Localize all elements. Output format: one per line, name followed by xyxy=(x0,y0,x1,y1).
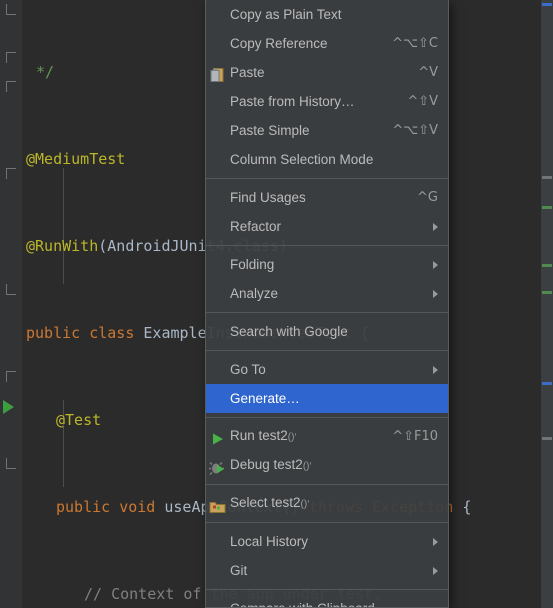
menu-item-label: Generate… xyxy=(230,391,300,406)
menu-item-label: Go To xyxy=(230,362,266,377)
clipboard-icon xyxy=(209,64,226,82)
menu-item-shortcut: ^⇧V xyxy=(407,94,438,109)
stripe-marker xyxy=(542,264,552,267)
menu-item-folding[interactable]: Folding xyxy=(206,250,448,279)
menu-item-shortcut: ^V xyxy=(418,65,438,80)
menu-item-run-test2[interactable]: Run test2()‘ ^⇧F10 xyxy=(206,422,448,451)
menu-item-search-with-google[interactable]: Search with Google xyxy=(206,317,448,346)
menu-item-shortcut: ^⇧F10 xyxy=(392,429,438,444)
fold-marker[interactable] xyxy=(6,458,16,469)
menu-item-paste-from-history[interactable]: Paste from History… ^⇧V xyxy=(206,87,448,116)
menu-item-label: Copy as Plain Text xyxy=(230,7,342,22)
menu-separator xyxy=(206,245,448,246)
stripe-marker xyxy=(542,437,552,440)
run-gutter-icon[interactable] xyxy=(3,400,19,416)
code-token: */ xyxy=(36,63,55,81)
menu-item-analyze[interactable]: Analyze xyxy=(206,279,448,308)
menu-item-shortcut: ^G xyxy=(417,190,438,205)
run-icon xyxy=(209,428,226,445)
marker-stripe[interactable] xyxy=(541,0,553,608)
submenu-arrow-icon xyxy=(433,566,438,575)
menu-item-debug-test2[interactable]: Debug test2()‘ xyxy=(206,451,448,480)
code-token: @MediumTest xyxy=(26,150,126,168)
menu-item-copy-as-plain-text[interactable]: Copy as Plain Text xyxy=(206,0,448,29)
stripe-marker xyxy=(542,291,552,294)
menu-item-label: Find Usages xyxy=(230,190,306,205)
debug-icon xyxy=(209,457,226,475)
fold-marker[interactable] xyxy=(6,4,16,15)
editor-gutter[interactable] xyxy=(0,0,22,608)
menu-separator xyxy=(206,589,448,590)
menu-item-shortcut: ^⌥⇧C xyxy=(392,36,438,51)
menu-separator xyxy=(206,417,448,418)
submenu-arrow-icon xyxy=(433,289,438,298)
stripe-marker xyxy=(542,206,552,209)
code-token: { xyxy=(462,498,472,516)
menu-item-label: Column Selection Mode xyxy=(230,152,374,167)
submenu-arrow-icon xyxy=(433,260,438,269)
menu-separator xyxy=(206,350,448,351)
stripe-marker xyxy=(542,176,552,179)
fold-marker[interactable] xyxy=(6,52,16,63)
menu-item-go-to[interactable]: Go To xyxy=(206,355,448,384)
menu-item-column-selection-mode[interactable]: Column Selection Mode xyxy=(206,145,448,174)
menu-separator xyxy=(206,522,448,523)
select-icon xyxy=(209,495,226,513)
menu-item-generate[interactable]: Generate… xyxy=(206,384,448,413)
menu-item-label: Folding xyxy=(230,257,275,272)
menu-item-select-test2[interactable]: Select test2()‘ xyxy=(206,489,448,518)
menu-item-label: Debug test2()‘ xyxy=(230,457,312,472)
menu-item-label: Refactor xyxy=(230,219,282,234)
context-menu[interactable]: Copy as Plain Text Copy Reference ^⌥⇧C Past… xyxy=(205,0,449,608)
fold-marker[interactable] xyxy=(6,81,16,92)
menu-item-label: Analyze xyxy=(230,286,279,301)
stripe-marker xyxy=(542,382,552,385)
menu-item-local-history[interactable]: Local History xyxy=(206,527,448,556)
fold-marker[interactable] xyxy=(6,371,16,382)
code-token: @RunWith xyxy=(26,237,99,255)
stripe-marker xyxy=(542,3,552,6)
menu-item-label: Local History xyxy=(230,534,309,549)
menu-separator xyxy=(206,484,448,485)
menu-item-paste[interactable]: Paste ^V xyxy=(206,58,448,87)
code-token: public void xyxy=(56,498,165,516)
menu-item-label: Compare with Clipboard xyxy=(230,594,438,607)
menu-item-label: Paste from History… xyxy=(230,94,355,109)
submenu-arrow-icon xyxy=(433,537,438,546)
fold-marker[interactable] xyxy=(6,168,16,179)
menu-item-label: Copy Reference xyxy=(230,36,328,51)
submenu-arrow-icon xyxy=(433,365,438,374)
menu-item-label: Search with Google xyxy=(230,324,348,339)
code-token: @Test xyxy=(56,411,102,429)
menu-item-compare-with-clipboard[interactable]: Compare with Clipboard xyxy=(206,594,448,607)
fold-marker[interactable] xyxy=(6,284,16,295)
menu-item-find-usages[interactable]: Find Usages ^G xyxy=(206,183,448,212)
menu-separator xyxy=(206,312,448,313)
menu-item-label: Paste xyxy=(230,65,265,80)
menu-item-label: Paste Simple xyxy=(230,123,310,138)
menu-item-git[interactable]: Git xyxy=(206,556,448,585)
menu-item-label: Select test2()‘ xyxy=(230,495,310,510)
menu-item-shortcut: ^⌥⇧V xyxy=(392,123,438,138)
menu-item-label: Git xyxy=(230,563,248,578)
menu-item-refactor[interactable]: Refactor xyxy=(206,212,448,241)
code-token: public class xyxy=(26,324,144,342)
menu-item-copy-reference[interactable]: Copy Reference ^⌥⇧C xyxy=(206,29,448,58)
menu-item-label: Run test2()‘ xyxy=(230,428,297,443)
menu-separator xyxy=(206,178,448,179)
menu-item-paste-simple[interactable]: Paste Simple ^⌥⇧V xyxy=(206,116,448,145)
submenu-arrow-icon xyxy=(433,222,438,231)
